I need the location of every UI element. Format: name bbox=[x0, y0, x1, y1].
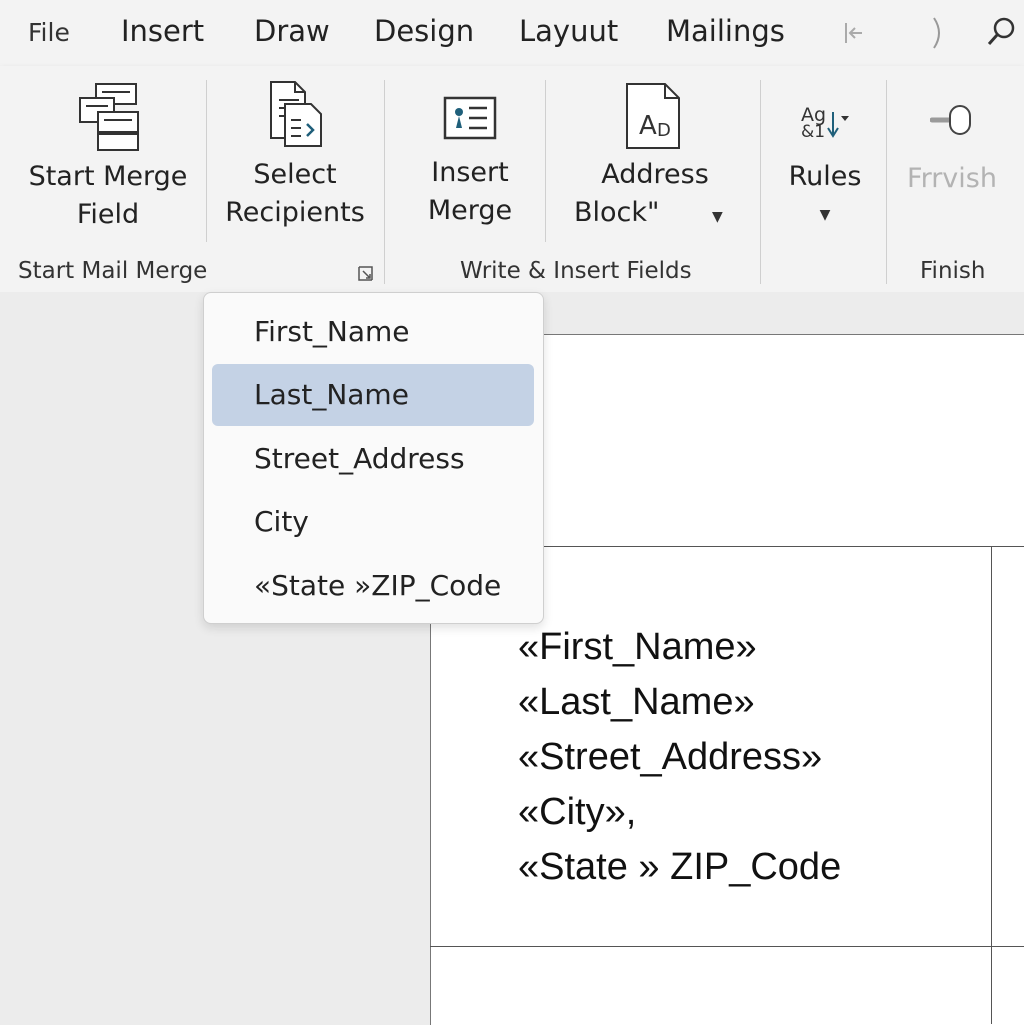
address-block-button[interactable]: A D Address Block" ▼ bbox=[560, 82, 750, 236]
tab-design[interactable]: Design bbox=[374, 14, 474, 48]
merge-field-street-address[interactable]: «Street_Address» bbox=[518, 730, 841, 785]
dropdown-item-label: «State »ZIP_Code bbox=[254, 569, 502, 602]
dropdown-item-state-zip[interactable]: «State »ZIP_Code bbox=[212, 555, 534, 617]
dropdown-item-label: Last_Name bbox=[254, 378, 409, 411]
label-border bbox=[991, 546, 992, 1024]
label-border bbox=[430, 946, 1024, 947]
merge-field-city[interactable]: «City», bbox=[518, 785, 841, 840]
svg-text:D: D bbox=[657, 120, 671, 141]
search-icon[interactable] bbox=[986, 16, 1016, 52]
merge-field-first-name[interactable]: «First_Name» bbox=[518, 620, 841, 675]
select-recipients-button[interactable]: Select Recipients bbox=[220, 80, 370, 232]
tab-layout[interactable]: Layuut bbox=[519, 14, 618, 48]
recipients-document-icon bbox=[270, 81, 322, 147]
rules-icon-text-bottom: &1 bbox=[801, 122, 826, 142]
start-merge-field-label-2: Field bbox=[76, 199, 140, 230]
tab-file[interactable]: File bbox=[28, 18, 70, 47]
dropdown-item-label: Street_Address bbox=[254, 442, 465, 475]
group-label-write-insert-fields: Write & Insert Fields bbox=[460, 258, 692, 284]
start-merge-field-button[interactable]: Start Merge Field bbox=[18, 82, 198, 234]
dropdown-item-label: First_Name bbox=[254, 315, 410, 348]
group-label-start-mail-merge: Start Mail Merge bbox=[18, 258, 208, 284]
tab-insert[interactable]: Insert bbox=[121, 14, 204, 48]
merge-document-icon bbox=[79, 83, 139, 151]
address-block-fields[interactable]: «First_Name» «Last_Name» «Street_Address… bbox=[518, 620, 841, 895]
ribbon-separator bbox=[760, 80, 761, 284]
insert-merge-label-1: Insert bbox=[431, 157, 509, 188]
rules-label: Rules bbox=[788, 161, 862, 192]
dialog-launcher-icon[interactable] bbox=[358, 266, 374, 286]
address-block-icon: A D bbox=[626, 83, 680, 149]
tab-mailings[interactable]: Mailings bbox=[666, 14, 785, 48]
rules-icon: Ag &1 bbox=[795, 96, 855, 146]
select-recipients-label-2: Recipients bbox=[225, 197, 365, 228]
address-block-label-2-text: Block" bbox=[574, 197, 660, 228]
dropdown-item-street-address[interactable]: Street_Address bbox=[212, 428, 534, 490]
select-recipients-label-1: Select bbox=[253, 159, 337, 190]
merge-field-last-name[interactable]: «Last_Name» bbox=[518, 675, 841, 730]
address-block-dropdown-icon[interactable]: ▼ bbox=[712, 209, 723, 225]
dropdown-item-label: City bbox=[254, 505, 309, 538]
address-block-label-1: Address bbox=[601, 159, 709, 190]
paren-icon[interactable] bbox=[930, 16, 946, 54]
insert-merge-label-2: Merge bbox=[427, 195, 513, 226]
start-merge-field-label-1: Start Merge bbox=[28, 161, 188, 192]
tab-draw[interactable]: Draw bbox=[254, 14, 330, 48]
rules-dropdown-icon[interactable]: ▼ bbox=[775, 196, 875, 234]
menu-bar: File Insert Draw Design Layuut Mailings bbox=[0, 0, 1024, 66]
insert-merge-field-icon bbox=[443, 96, 497, 140]
rules-button[interactable]: Ag &1 Rules ▼ bbox=[775, 96, 875, 234]
svg-text:A: A bbox=[639, 111, 657, 141]
ribbon-separator bbox=[384, 80, 385, 284]
merge-field-dropdown: First_Name Last_Name Street_Address City… bbox=[203, 292, 544, 624]
insert-merge-button[interactable]: Insert Merge bbox=[400, 96, 540, 230]
exit-icon[interactable] bbox=[842, 20, 866, 50]
address-block-label-2: Block" ▼ bbox=[560, 194, 750, 236]
group-label-finish: Finish bbox=[920, 258, 986, 284]
dropdown-item-city[interactable]: City bbox=[212, 491, 534, 553]
ribbon-separator bbox=[886, 80, 887, 284]
finish-button[interactable]: Frrvish bbox=[900, 102, 1004, 198]
ribbon: Start Merge Field Select Recipients Inse… bbox=[0, 66, 1024, 292]
ribbon-separator bbox=[206, 80, 207, 242]
finish-merge-icon bbox=[930, 105, 971, 135]
dropdown-item-last-name[interactable]: Last_Name bbox=[212, 364, 534, 426]
dropdown-item-first-name[interactable]: First_Name bbox=[212, 301, 534, 363]
merge-field-state-zip[interactable]: «State » ZIP_Code bbox=[518, 840, 841, 895]
finish-label: Frrvish bbox=[907, 163, 997, 194]
ribbon-separator bbox=[545, 80, 546, 242]
